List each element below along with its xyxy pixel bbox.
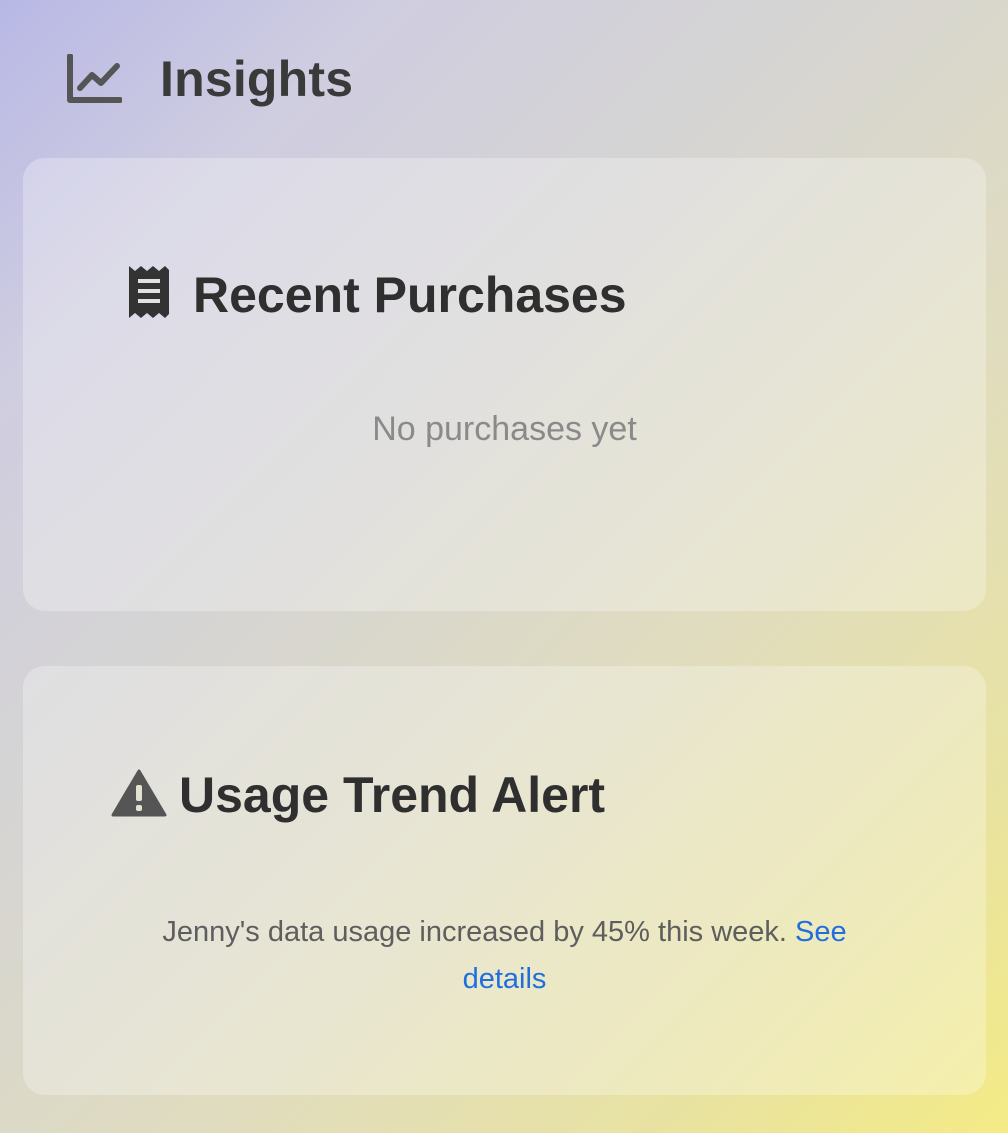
usage-trend-alert-title: Usage Trend Alert: [179, 767, 606, 823]
alert-message-text: Jenny's data usage increased by 45% this…: [162, 916, 787, 948]
recent-purchases-card: Recent Purchases No purchases yet: [23, 158, 986, 611]
recent-purchases-title: Recent Purchases: [193, 266, 627, 323]
warning-icon: [111, 768, 167, 823]
receipt-icon: [127, 264, 171, 325]
empty-state-text: No purchases yet: [372, 410, 637, 448]
page-header: Insights: [64, 44, 353, 114]
usage-trend-alert-heading: Usage Trend Alert: [111, 766, 605, 824]
alert-message: Jenny's data usage increased by 45% this…: [123, 909, 886, 1003]
page-title: Insights: [160, 51, 354, 107]
usage-trend-alert-card: Usage Trend Alert Jenny's data usage inc…: [23, 666, 986, 1095]
recent-purchases-heading: Recent Purchases: [127, 264, 627, 325]
line-chart-icon: [64, 49, 124, 109]
